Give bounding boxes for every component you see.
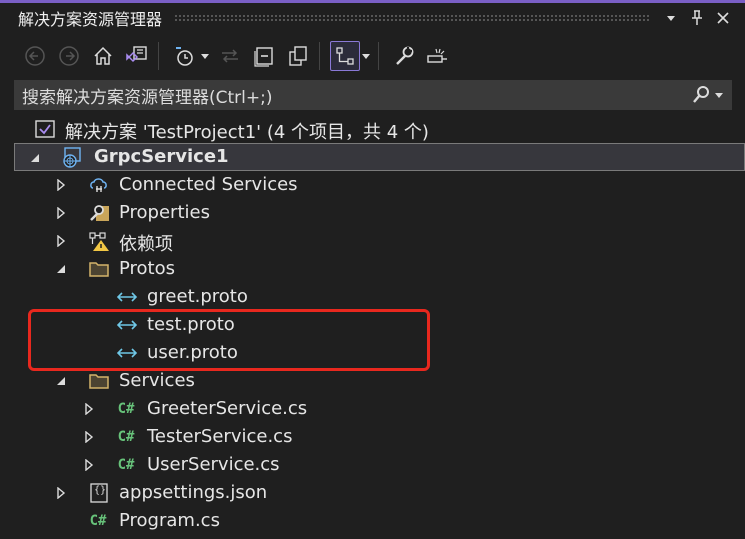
appsettings-label: appsettings.json — [119, 482, 268, 503]
dependencies-label: 依赖项 — [119, 234, 173, 255]
tester-service-label: TesterService.cs — [147, 426, 293, 447]
preview-button[interactable] — [423, 41, 453, 71]
connected-services-icon — [88, 174, 110, 196]
triangle-down-icon — [667, 16, 675, 21]
properties-label: Properties — [119, 202, 210, 223]
toolbar-separator — [378, 42, 379, 70]
tree-row-greeter-service[interactable]: C# GreeterService.cs — [14, 395, 745, 423]
wrench-icon — [396, 46, 414, 65]
tree-row-services-folder[interactable]: Services — [14, 367, 745, 395]
tree-row-user-service[interactable]: C# UserService.cs — [14, 451, 745, 479]
solution-icon — [34, 118, 56, 140]
preview-icon — [427, 48, 447, 63]
sync-arrows-icon — [222, 49, 238, 63]
collapsed-arrow-icon[interactable] — [83, 431, 95, 443]
json-badge: {} — [94, 485, 107, 496]
collapsed-arrow-icon[interactable] — [55, 179, 67, 191]
web-project-icon — [61, 146, 83, 168]
csharp-file-icon: C# — [117, 429, 135, 445]
tree-row-protos-folder[interactable]: Protos — [14, 255, 745, 283]
csharp-file-icon: C# — [117, 457, 135, 473]
solution-label: 解决方案 'TestProject1' (4 个项目，共 4 个) — [65, 122, 429, 143]
preview-selected-items-button[interactable] — [330, 41, 360, 71]
sync-with-active-document-button[interactable] — [215, 41, 245, 71]
panel-title: 解决方案资源管理器 — [18, 10, 163, 29]
protos-folder-label: Protos — [119, 258, 176, 279]
expanded-arrow-icon[interactable] — [29, 152, 41, 164]
clock-icon — [176, 47, 193, 66]
expanded-arrow-icon[interactable] — [55, 263, 67, 275]
search-input[interactable]: 搜索解决方案资源管理器(Ctrl+;) — [22, 83, 692, 108]
collapsed-arrow-icon[interactable] — [55, 207, 67, 219]
collapsed-arrow-icon[interactable] — [83, 459, 95, 471]
toolbar-separator — [319, 42, 320, 70]
back-button[interactable] — [20, 41, 50, 71]
collapse-all-icon — [254, 47, 273, 67]
collapsed-arrow-icon[interactable] — [83, 403, 95, 415]
show-all-files-icon — [289, 46, 307, 66]
show-all-files-button[interactable] — [283, 41, 313, 71]
tree-row-solution[interactable]: 解决方案 'TestProject1' (4 个项目，共 4 个) — [14, 115, 745, 143]
forward-icon — [59, 46, 79, 66]
folder-icon — [88, 370, 110, 392]
search-bar[interactable]: 搜索解决方案资源管理器(Ctrl+;) — [14, 80, 732, 110]
tree-row-greet-proto[interactable]: greet.proto — [14, 283, 745, 311]
preview-dropdown[interactable] — [360, 41, 372, 71]
panel-toolbar — [0, 36, 745, 76]
search-options[interactable] — [692, 85, 724, 105]
program-label: Program.cs — [119, 510, 220, 531]
collapsed-arrow-icon[interactable] — [55, 235, 67, 247]
forward-button[interactable] — [54, 41, 84, 71]
close-button[interactable] — [711, 6, 735, 30]
properties-wrench-icon — [88, 202, 110, 224]
tree-row-appsettings[interactable]: {} appsettings.json — [14, 479, 745, 507]
vs-solution-icon — [126, 46, 147, 63]
triangle-down-icon — [362, 54, 370, 59]
hierarchy-icon — [336, 47, 354, 65]
back-icon — [25, 46, 45, 66]
dependencies-warning-icon — [88, 230, 110, 252]
pending-changes-dropdown[interactable] — [199, 41, 211, 71]
panel-titlebar: 解决方案资源管理器 — [0, 3, 745, 33]
annotation-highlight-box — [28, 309, 430, 371]
tree-row-properties[interactable]: Properties — [14, 199, 745, 227]
greet-proto-label: greet.proto — [147, 286, 248, 307]
proto-file-icon — [116, 286, 138, 308]
user-service-label: UserService.cs — [147, 454, 280, 475]
properties-button[interactable] — [389, 41, 419, 71]
pin-button[interactable] — [685, 6, 709, 30]
tree-row-tester-service[interactable]: C# TesterService.cs — [14, 423, 745, 451]
switch-views-button[interactable] — [122, 41, 152, 71]
pin-icon — [692, 10, 702, 25]
project-label: GrpcService1 — [94, 146, 229, 167]
services-folder-label: Services — [119, 370, 195, 391]
tree-row-dependencies[interactable]: 依赖项 — [14, 227, 745, 255]
pending-changes-filter-button[interactable] — [169, 41, 199, 71]
triangle-down-icon — [201, 54, 209, 59]
home-icon — [94, 46, 112, 65]
csharp-file-icon: C# — [89, 513, 107, 529]
tree-row-project[interactable]: GrpcService1 — [14, 143, 745, 171]
expanded-arrow-icon[interactable] — [55, 375, 67, 387]
greeter-service-label: GreeterService.cs — [147, 398, 308, 419]
csharp-file-icon: C# — [117, 401, 135, 417]
collapsed-arrow-icon[interactable] — [55, 487, 67, 499]
triangle-down-icon — [715, 93, 723, 98]
close-icon — [717, 12, 729, 24]
toolbar-separator — [158, 42, 159, 70]
title-grip[interactable] — [174, 14, 649, 22]
search-icon — [693, 86, 709, 103]
collapse-all-button[interactable] — [249, 41, 279, 71]
window-position-dropdown-button[interactable] — [659, 6, 683, 30]
folder-icon — [88, 258, 110, 280]
connected-services-label: Connected Services — [119, 174, 298, 195]
tree-row-program[interactable]: C# Program.cs — [14, 507, 745, 535]
tree-row-connected-services[interactable]: Connected Services — [14, 171, 745, 199]
home-button[interactable] — [88, 41, 118, 71]
json-file-icon: {} — [88, 482, 110, 504]
